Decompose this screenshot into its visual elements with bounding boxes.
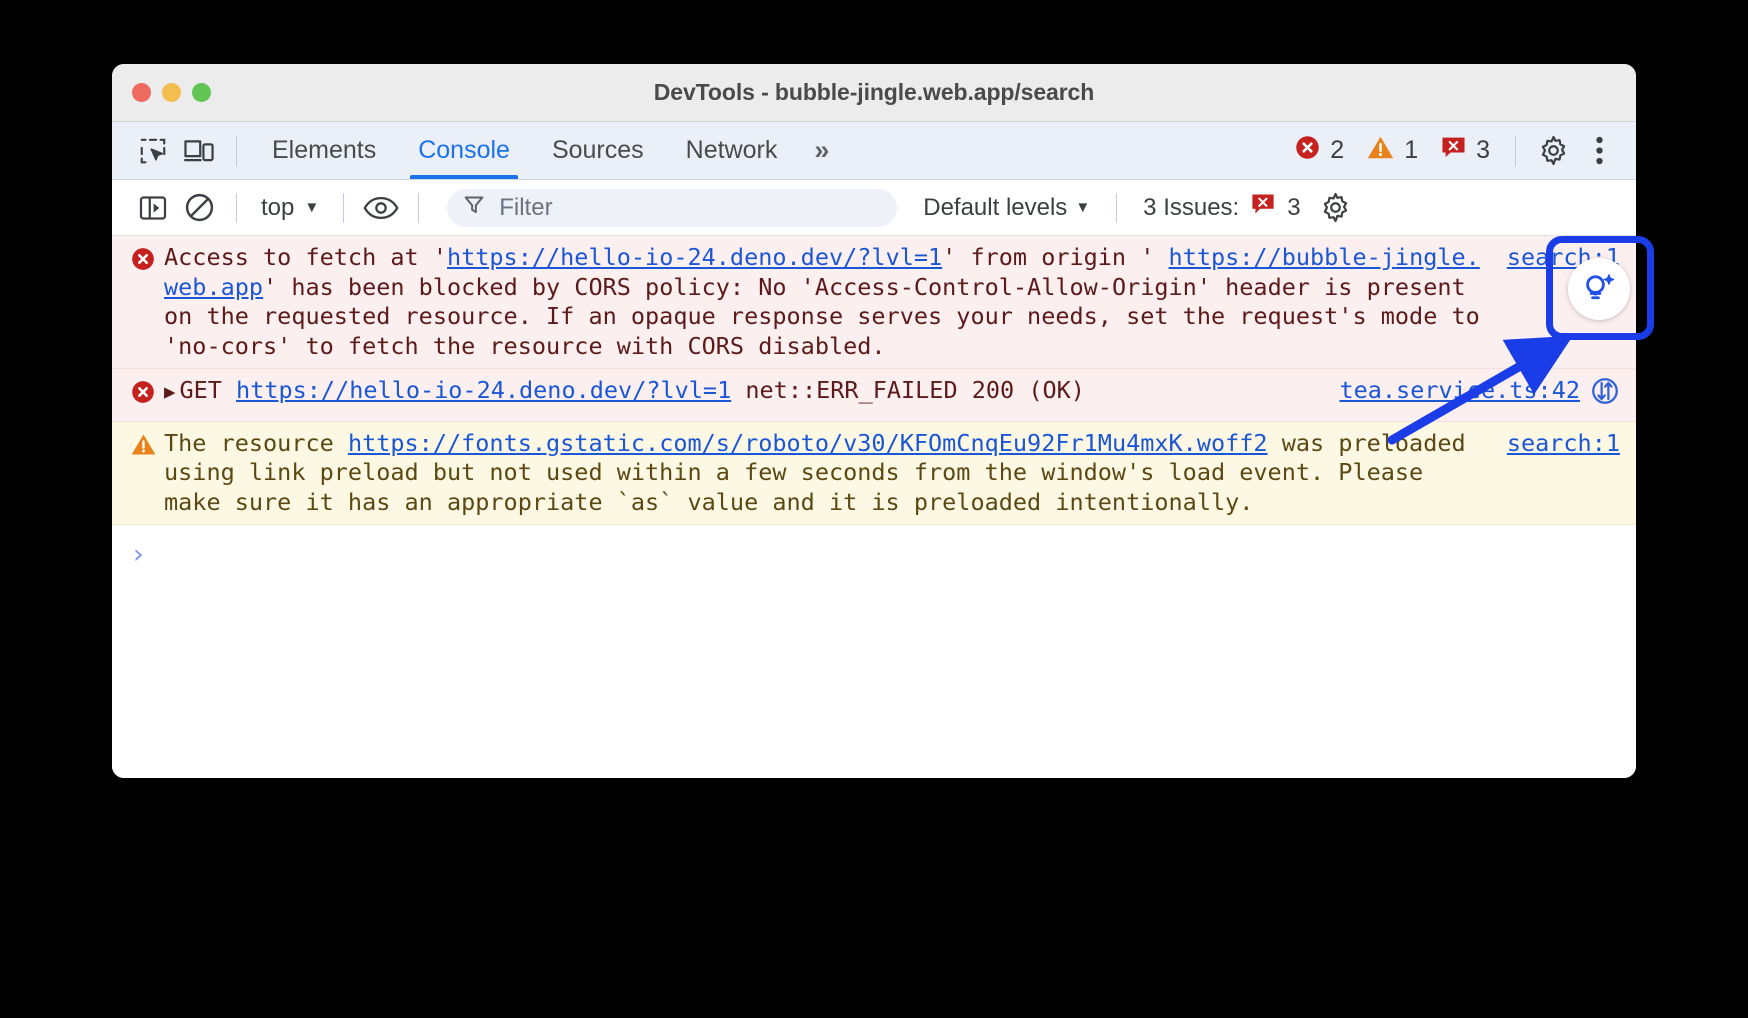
message-source-link[interactable]: search:1 <box>1497 429 1620 459</box>
kebab-menu-icon[interactable] <box>1576 128 1622 174</box>
issue-counters: 2 1 3 <box>1283 128 1622 174</box>
prompt-caret-icon: › <box>130 541 146 568</box>
tab-sources[interactable]: Sources <box>531 122 665 179</box>
warning-triangle-icon <box>1366 134 1395 168</box>
clear-console-icon[interactable] <box>176 185 222 231</box>
message-link[interactable]: https://hello-io-24.deno.dev/?lvl=1 <box>447 243 942 271</box>
devtools-window: DevTools - bubble-jingle.web.app/search … <box>112 64 1636 778</box>
issues-count: 3 <box>1287 194 1300 222</box>
tabbar-divider <box>236 136 237 166</box>
log-levels-selector[interactable]: Default levels ▼ <box>911 194 1102 222</box>
message-text: Access to fetch at 'https://hello-io-24.… <box>164 243 1497 361</box>
execution-context-selector[interactable]: top ▼ <box>251 194 329 222</box>
devtools-tabbar: Elements Console Sources Network » 2 <box>112 122 1636 180</box>
ai-assistance-lightbulb-icon[interactable] <box>1568 258 1630 320</box>
issues-counter[interactable]: 3 <box>1429 135 1501 167</box>
window-titlebar: DevTools - bubble-jingle.web.app/search <box>112 64 1636 122</box>
message-source-link[interactable]: tea.service.ts:42 <box>1329 376 1580 406</box>
issues-label: 3 Issues: <box>1143 194 1239 222</box>
traffic-light-buttons <box>112 83 211 102</box>
warning-triangle-icon <box>130 429 164 518</box>
console-message-row[interactable]: The resource https://fonts.gstatic.com/s… <box>112 422 1636 526</box>
message-text: The resource https://fonts.gstatic.com/s… <box>164 429 1497 518</box>
toolbar-divider-1 <box>236 193 237 223</box>
issue-badge-icon <box>1440 135 1467 167</box>
error-circle-icon <box>130 376 164 414</box>
tab-overflow-button[interactable]: » <box>798 122 845 179</box>
console-message-row[interactable]: Access to fetch at 'https://hello-io-24.… <box>112 236 1636 369</box>
tab-elements[interactable]: Elements <box>251 122 397 179</box>
message-text: ▶GET https://hello-io-24.deno.dev/?lvl=1… <box>164 376 1329 414</box>
message-link[interactable]: https://fonts.gstatic.com/s/roboto/v30/K… <box>348 429 1268 457</box>
tab-console[interactable]: Console <box>397 122 531 179</box>
network-request-icon[interactable] <box>1590 376 1620 414</box>
toolbar-divider-3 <box>418 193 419 223</box>
error-count: 2 <box>1330 136 1344 165</box>
console-message-row[interactable]: ▶GET https://hello-io-24.deno.dev/?lvl=1… <box>112 369 1636 422</box>
inspect-element-icon[interactable] <box>130 128 176 174</box>
window-title: DevTools - bubble-jingle.web.app/search <box>112 79 1636 106</box>
close-window-button[interactable] <box>132 83 151 102</box>
issue-badge-icon <box>1250 192 1276 223</box>
error-counter[interactable]: 2 <box>1283 134 1355 168</box>
toolbar-divider-4 <box>1116 193 1117 223</box>
console-filter-toolbar: top ▼ Default levels ▼ 3 Issues: <box>112 180 1636 236</box>
message-part: ' has been blocked by CORS policy: No 'A… <box>164 273 1480 360</box>
console-prompt[interactable]: › <box>112 525 1636 584</box>
gear-icon[interactable] <box>1313 185 1359 231</box>
issue-count: 3 <box>1476 136 1490 165</box>
execution-context-label: top <box>261 194 294 222</box>
filter-input-wrapper[interactable] <box>447 189 897 227</box>
minimize-window-button[interactable] <box>162 83 181 102</box>
warning-count: 1 <box>1404 136 1418 165</box>
toolbar-divider-2 <box>343 193 344 223</box>
warning-counter[interactable]: 1 <box>1355 134 1429 168</box>
chevron-down-icon: ▼ <box>304 199 319 216</box>
message-part: The resource <box>164 429 348 457</box>
gear-icon[interactable] <box>1530 128 1576 174</box>
console-sidebar-icon[interactable] <box>130 185 176 231</box>
message-link[interactable]: https://hello-io-24.deno.dev/?lvl=1 <box>236 376 731 404</box>
message-part: GET <box>179 376 236 404</box>
device-toolbar-icon[interactable] <box>176 128 222 174</box>
maximize-window-button[interactable] <box>192 83 211 102</box>
chevron-down-icon: ▼ <box>1075 199 1090 216</box>
log-levels-label: Default levels <box>923 194 1067 222</box>
error-circle-icon <box>130 243 164 361</box>
expand-triangle-icon[interactable]: ▶ <box>164 381 175 403</box>
live-expression-icon[interactable] <box>358 185 404 231</box>
message-part: net::ERR_FAILED 200 (OK) <box>731 376 1085 404</box>
search-input[interactable] <box>497 193 881 223</box>
tab-network[interactable]: Network <box>665 122 799 179</box>
issues-bar-button[interactable]: 3 Issues: 3 <box>1131 192 1312 223</box>
filter-funnel-icon <box>463 194 485 221</box>
counters-divider <box>1515 136 1516 166</box>
message-part: Access to fetch at ' <box>164 243 447 271</box>
message-part: ' from origin ' <box>942 243 1154 271</box>
error-circle-icon <box>1294 134 1321 168</box>
console-message-list[interactable]: Access to fetch at 'https://hello-io-24.… <box>112 236 1636 778</box>
